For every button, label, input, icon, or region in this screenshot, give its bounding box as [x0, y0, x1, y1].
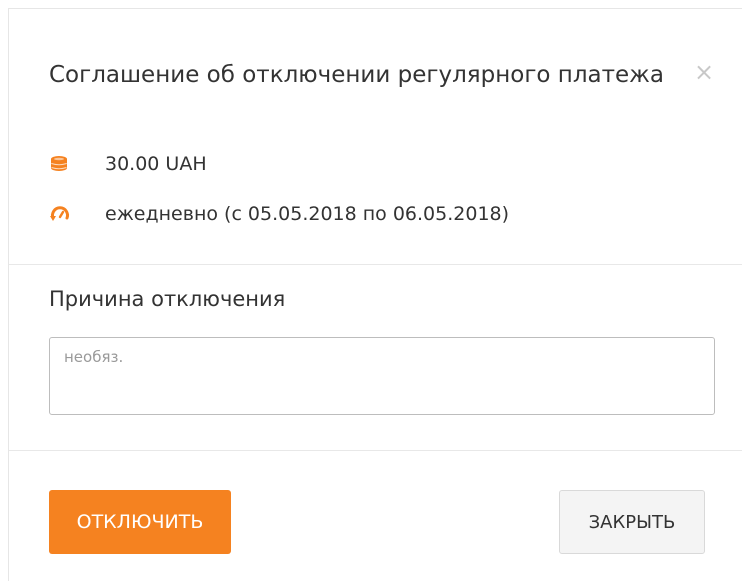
dialog-header: Соглашение об отключении регулярного пла…	[9, 9, 742, 265]
reason-label: Причина отключения	[49, 287, 286, 311]
schedule-text: ежедневно (с 05.05.2018 по 06.05.2018)	[105, 203, 510, 225]
reason-section: Причина отключения	[9, 265, 742, 451]
coins-icon	[49, 153, 71, 175]
dialog-footer: ОТКЛЮЧИТЬ ЗАКРЫТЬ	[9, 451, 742, 582]
recurring-icon	[49, 203, 71, 225]
amount-text: 30.00 UAH	[105, 153, 207, 175]
close-button[interactable]: ЗАКРЫТЬ	[559, 490, 705, 554]
disable-button[interactable]: ОТКЛЮЧИТЬ	[49, 490, 231, 554]
amount-row: 30.00 UAH	[49, 150, 207, 178]
disable-payment-dialog: Соглашение об отключении регулярного пла…	[8, 8, 742, 581]
dialog-title: Соглашение об отключении регулярного пла…	[49, 62, 664, 88]
reason-input[interactable]	[49, 337, 715, 415]
schedule-row: ежедневно (с 05.05.2018 по 06.05.2018)	[49, 200, 509, 228]
close-icon[interactable]: ×	[693, 60, 715, 84]
